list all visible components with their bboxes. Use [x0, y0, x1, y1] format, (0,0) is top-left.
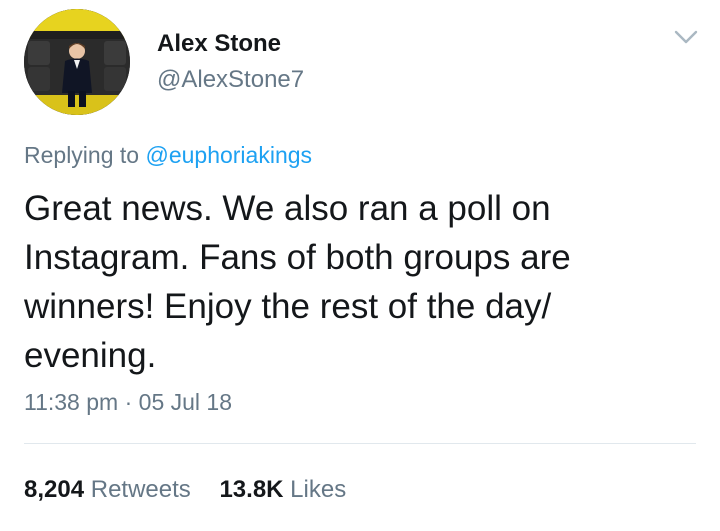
- likes-count: 13.8K: [219, 476, 284, 503]
- tweet-stats: 8,204 Retweets 13.8K Likes: [24, 476, 346, 504]
- tweet-time: 11:38 pm: [24, 389, 119, 415]
- retweets-count: 8,204: [24, 476, 85, 503]
- mention-link[interactable]: @euphoriakings: [145, 142, 312, 168]
- avatar[interactable]: [24, 9, 130, 115]
- retweets-label: Retweets: [90, 476, 191, 503]
- divider: [24, 443, 696, 444]
- tweet-text: Great news. We also ran a poll on Instag…: [24, 189, 571, 375]
- author-handle[interactable]: @AlexStone7: [157, 66, 304, 94]
- tweet-timestamp[interactable]: 11:38 pm · 05 Jul 18: [24, 389, 232, 416]
- tweet-detail: Alex Stone @AlexStone7 Replying to @euph…: [0, 0, 720, 531]
- chevron-down-icon[interactable]: [673, 27, 699, 47]
- replying-to: Replying to @euphoriakings: [24, 142, 312, 169]
- tweet-date: 05 Jul 18: [138, 389, 233, 415]
- author-name[interactable]: Alex Stone: [157, 30, 281, 58]
- replying-to-label: Replying to: [24, 142, 140, 168]
- retweets-stat[interactable]: 8,204 Retweets: [24, 476, 191, 504]
- likes-label: Likes: [290, 476, 347, 503]
- likes-stat[interactable]: 13.8K Likes: [219, 476, 346, 504]
- timestamp-separator: ·: [124, 389, 133, 415]
